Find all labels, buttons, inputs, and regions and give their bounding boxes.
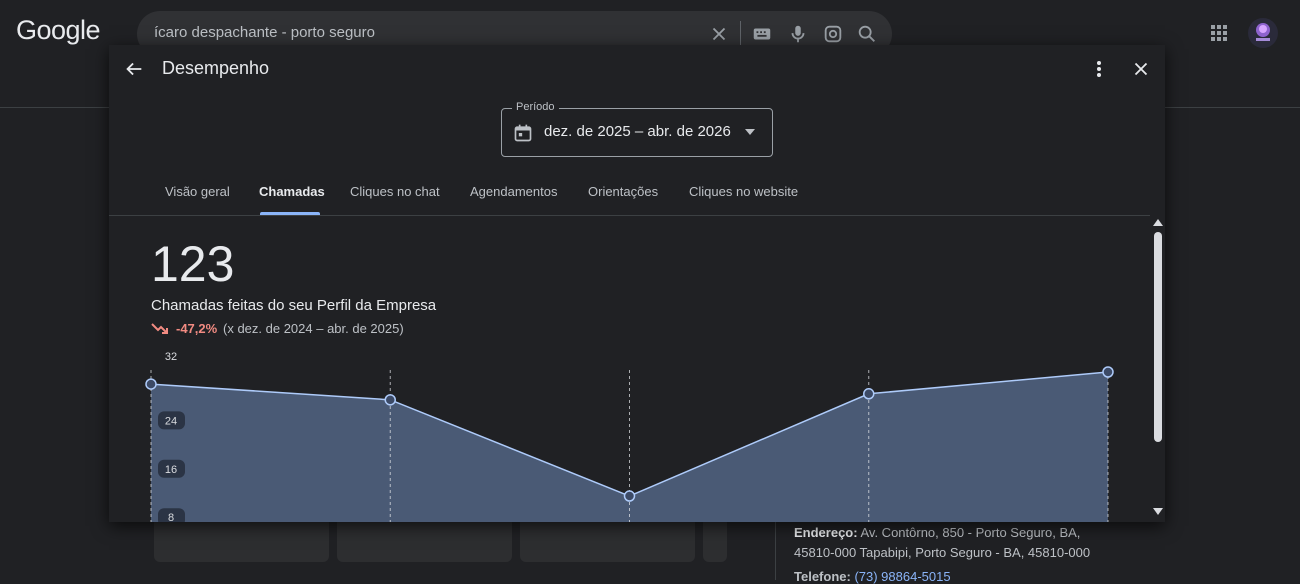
calls-chart: 32 24 16 8: [145, 351, 1114, 522]
keyboard-icon[interactable]: [751, 23, 773, 45]
chart-point[interactable]: [145, 378, 157, 390]
y-tick-label: 8: [168, 512, 174, 522]
y-tick-label: 32: [165, 351, 177, 363]
avatar-image: [1256, 23, 1270, 41]
photo-thumbnail[interactable]: [520, 517, 695, 562]
performance-dialog: Desempenho Período dez. de 2025 – abr. d…: [109, 45, 1165, 522]
google-logo[interactable]: Google: [16, 15, 101, 46]
clear-icon[interactable]: [708, 23, 730, 45]
scrollbar-thumb[interactable]: [1154, 232, 1162, 442]
lens-icon[interactable]: [822, 23, 844, 45]
phone-line: Telefone: (73) 98864-5015: [794, 569, 951, 584]
dialog-scrollbar[interactable]: [1150, 215, 1165, 522]
y-tick-label: 16: [165, 464, 177, 476]
microphone-icon[interactable]: [787, 23, 809, 45]
y-tick-label: 24: [165, 415, 177, 427]
scroll-up-icon[interactable]: [1153, 219, 1163, 226]
scroll-down-icon[interactable]: [1153, 508, 1163, 515]
chart-point[interactable]: [1102, 366, 1114, 378]
panel-divider: [775, 520, 776, 580]
search-divider: [740, 21, 741, 47]
photo-thumbnail[interactable]: [154, 517, 329, 562]
photo-thumbnail[interactable]: [337, 517, 512, 562]
address-line: Endereço: Av. Contôrno, 850 - Porto Segu…: [794, 523, 1124, 563]
chart-point[interactable]: [623, 490, 636, 502]
apps-grid-icon[interactable]: [1210, 24, 1228, 42]
phone-label: Telefone:: [794, 569, 851, 584]
chart-point[interactable]: [384, 394, 396, 406]
photo-thumbnail[interactable]: [703, 517, 727, 562]
search-input[interactable]: ícaro despachante - porto seguro: [154, 24, 375, 41]
phone-link[interactable]: (73) 98864-5015: [854, 569, 950, 584]
account-avatar[interactable]: [1248, 18, 1278, 48]
search-icon[interactable]: [856, 23, 878, 45]
chart-point[interactable]: [863, 388, 875, 400]
address-label: Endereço:: [794, 525, 858, 540]
